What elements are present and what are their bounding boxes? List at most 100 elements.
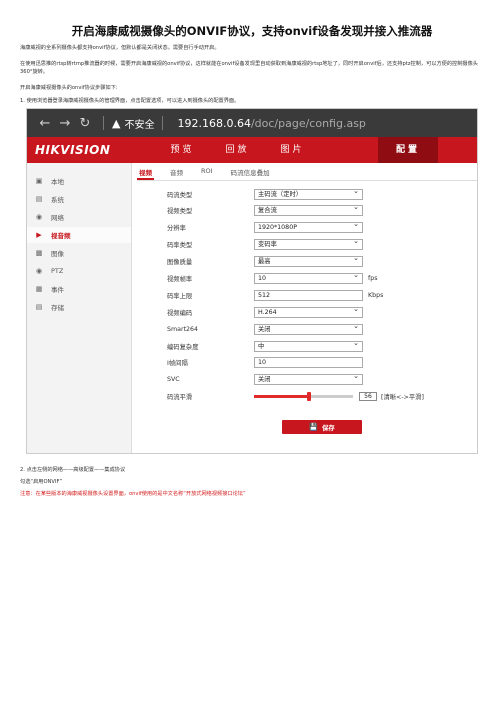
field-label: SVC <box>167 376 180 384</box>
globe-icon: ◉ <box>35 213 43 221</box>
divider <box>103 116 104 130</box>
sidebar-item-image[interactable]: ▩ 图像 <box>27 245 131 261</box>
monitor-icon: ▣ <box>35 177 43 185</box>
paragraph-step-1: 1. 使用浏览器登录海康威视摄像头的管理界面，点击配置选项，可以进入到摄像头的配… <box>20 98 240 104</box>
resolution-select[interactable]: 1920*1080P <box>254 220 363 234</box>
kbps-unit: Kbps <box>368 291 384 299</box>
field-label: 视频编码 <box>167 309 193 317</box>
save-label: 保存 <box>322 424 335 432</box>
sidebar-item-local[interactable]: ▣ 本地 <box>27 173 131 189</box>
video-icon: ▶ <box>36 231 42 239</box>
smoothing-hint: [清晰<->平滑] <box>381 394 424 402</box>
image-icon: ▩ <box>35 249 43 257</box>
field-label: 视频类型 <box>167 208 193 216</box>
field-label: 码率上限 <box>167 292 193 300</box>
sidebar-item-network[interactable]: ◉ 网络 <box>27 209 131 225</box>
video-encoding-select[interactable]: H.264 <box>254 305 363 318</box>
encoding-complexity-select[interactable]: 中 <box>254 339 363 352</box>
sidebar-item-system[interactable]: ▤ 系统 <box>27 191 131 207</box>
field-label: 图像质量 <box>167 259 193 267</box>
image-quality-select[interactable]: 最高 <box>254 254 363 268</box>
config-screenshot: ← → ↻ ▲ 不安全 192.168.0.64/doc/page/config… <box>26 108 478 454</box>
nav-preview[interactable]: 预览 <box>155 137 210 163</box>
forward-arrow-icon[interactable]: → <box>55 116 75 131</box>
field-label: 码率类型 <box>167 242 193 250</box>
bitrate-type-select[interactable]: 变码率 <box>254 237 363 251</box>
event-icon: ▦ <box>35 285 43 293</box>
back-arrow-icon[interactable]: ← <box>35 116 55 131</box>
smoothing-value[interactable]: 56 <box>359 392 377 402</box>
field-smoothing: 码流平滑 56 [清晰<->平滑] <box>167 390 424 404</box>
field-bitrate-type: 码率类型 变码率 <box>167 237 424 252</box>
smart264-select[interactable]: 关闭 <box>254 322 363 335</box>
smoothing-slider[interactable] <box>254 392 353 402</box>
tab-stream-overlay[interactable]: 码流信息叠加 <box>229 167 272 181</box>
url-host[interactable]: 192.168.0.64 <box>177 117 250 130</box>
sidebar-item-label: 事件 <box>51 286 64 294</box>
ptz-icon: ◉ <box>35 267 43 275</box>
divider <box>162 116 164 130</box>
paragraph-usage: 在使用迅思推的rtsp转rtmp推流器的时候，需要开启海康威视的onvif协议，… <box>20 61 478 75</box>
paragraph-enable-onvif: 勾选“启用ONVIF” <box>20 479 63 485</box>
reload-icon[interactable]: ↻ <box>75 116 95 131</box>
field-label: I帧间隔 <box>167 360 188 368</box>
max-bitrate-input[interactable]: 512 <box>254 289 363 301</box>
browser-bar: ← → ↻ ▲ 不安全 192.168.0.64/doc/page/config… <box>27 109 477 137</box>
nav-configuration[interactable]: 配置 <box>378 137 438 163</box>
nav-picture[interactable]: 图片 <box>265 137 320 163</box>
field-smart264: Smart264 关闭 <box>167 322 424 336</box>
sidebar-item-label: 本地 <box>51 178 64 186</box>
field-video-type: 视频类型 复合流 <box>167 203 424 218</box>
field-label: 码流平滑 <box>167 394 193 402</box>
insecure-label: 不安全 <box>124 119 155 131</box>
field-image-quality: 图像质量 最高 <box>167 254 424 269</box>
sidebar-item-label: PTZ <box>51 267 64 275</box>
field-svc: SVC 关闭 <box>167 372 424 387</box>
config-tabs: 视频 音频 ROI 码流信息叠加 <box>137 167 286 181</box>
hikvision-logo: HIKVISION <box>35 143 111 157</box>
field-encoding-complexity: 编码复杂度 中 <box>167 339 424 353</box>
field-resolution: 分辨率 1920*1080P <box>167 220 424 235</box>
nav-playback[interactable]: 回放 <box>210 137 265 163</box>
tab-roi[interactable]: ROI <box>199 167 215 181</box>
paragraph-step-2: 2. 点击左侧的网络——高级配置——集成协议 <box>20 467 126 473</box>
sidebar: ▣ 本地 ▤ 系统 ◉ 网络 ▶ 视音频 ▩ 图像 ◉ PTZ ▦ 事件 ▤ 存储 <box>27 163 132 453</box>
video-type-select[interactable]: 复合流 <box>254 203 363 217</box>
field-label: Smart264 <box>167 325 199 333</box>
save-icon: 💾 <box>309 423 319 431</box>
storage-icon: ▤ <box>35 303 43 311</box>
sidebar-item-label: 视音频 <box>51 232 71 240</box>
paragraph-note: 注意：在某些版本的海康威视摄像头设置界面，onvif使用的是中文名称“开放式网络… <box>20 491 246 497</box>
warning-icon: ▲ <box>112 116 121 130</box>
document-title: 开启海康威视摄像头的ONVIF协议，支持onvif设备发现并接入推流器 <box>71 24 433 38</box>
svc-select[interactable]: 关闭 <box>254 372 363 386</box>
field-max-bitrate: 码率上限 512 Kbps <box>167 288 424 302</box>
slider-handle[interactable] <box>307 392 312 402</box>
tab-video[interactable]: 视频 <box>137 167 154 180</box>
tab-divider <box>137 180 477 181</box>
field-label: 码流类型 <box>167 191 193 199</box>
paragraph-steps: 开启海康威视摄像头的onvif协议步骤如下: <box>20 85 118 91</box>
stream-type-select[interactable]: 主码流（定时） <box>254 187 363 200</box>
field-i-frame-interval: I帧间隔 10 <box>167 356 424 370</box>
sidebar-item-ptz[interactable]: ◉ PTZ <box>27 263 131 279</box>
url-path[interactable]: /doc/page/config.asp <box>251 117 366 130</box>
sidebar-item-storage[interactable]: ▤ 存储 <box>27 299 131 315</box>
sidebar-item-label: 网络 <box>51 214 64 222</box>
field-stream-type: 码流类型 主码流（定时） <box>167 187 424 201</box>
field-label: 编码复杂度 <box>167 343 199 351</box>
sidebar-item-video-audio[interactable]: ▶ 视音频 <box>27 227 131 243</box>
top-nav: 预览 回放 图片 配置 <box>155 137 438 163</box>
paragraph-intro: 海康威视的全系列摄像头都支持onvif协议，但默认都是关闭状态，需要自行手动开启… <box>20 45 220 51</box>
video-settings-form: 码流类型 主码流（定时） 视频类型 复合流 分辨率 1920*1080P 码率类型 变码… <box>167 187 424 407</box>
tab-audio[interactable]: 音频 <box>168 167 185 181</box>
sidebar-item-event[interactable]: ▦ 事件 <box>27 281 131 297</box>
system-icon: ▤ <box>35 195 43 203</box>
save-button[interactable]: 💾 保存 <box>282 420 362 434</box>
field-label: 视频帧率 <box>167 275 193 283</box>
field-video-encoding: 视频编码 H.264 <box>167 305 424 319</box>
hik-topbar: HIKVISION 预览 回放 图片 配置 <box>27 137 477 163</box>
i-frame-interval-input[interactable]: 10 <box>254 357 363 369</box>
fps-unit: fps <box>368 274 378 282</box>
frame-rate-select[interactable]: 10 <box>254 271 363 284</box>
